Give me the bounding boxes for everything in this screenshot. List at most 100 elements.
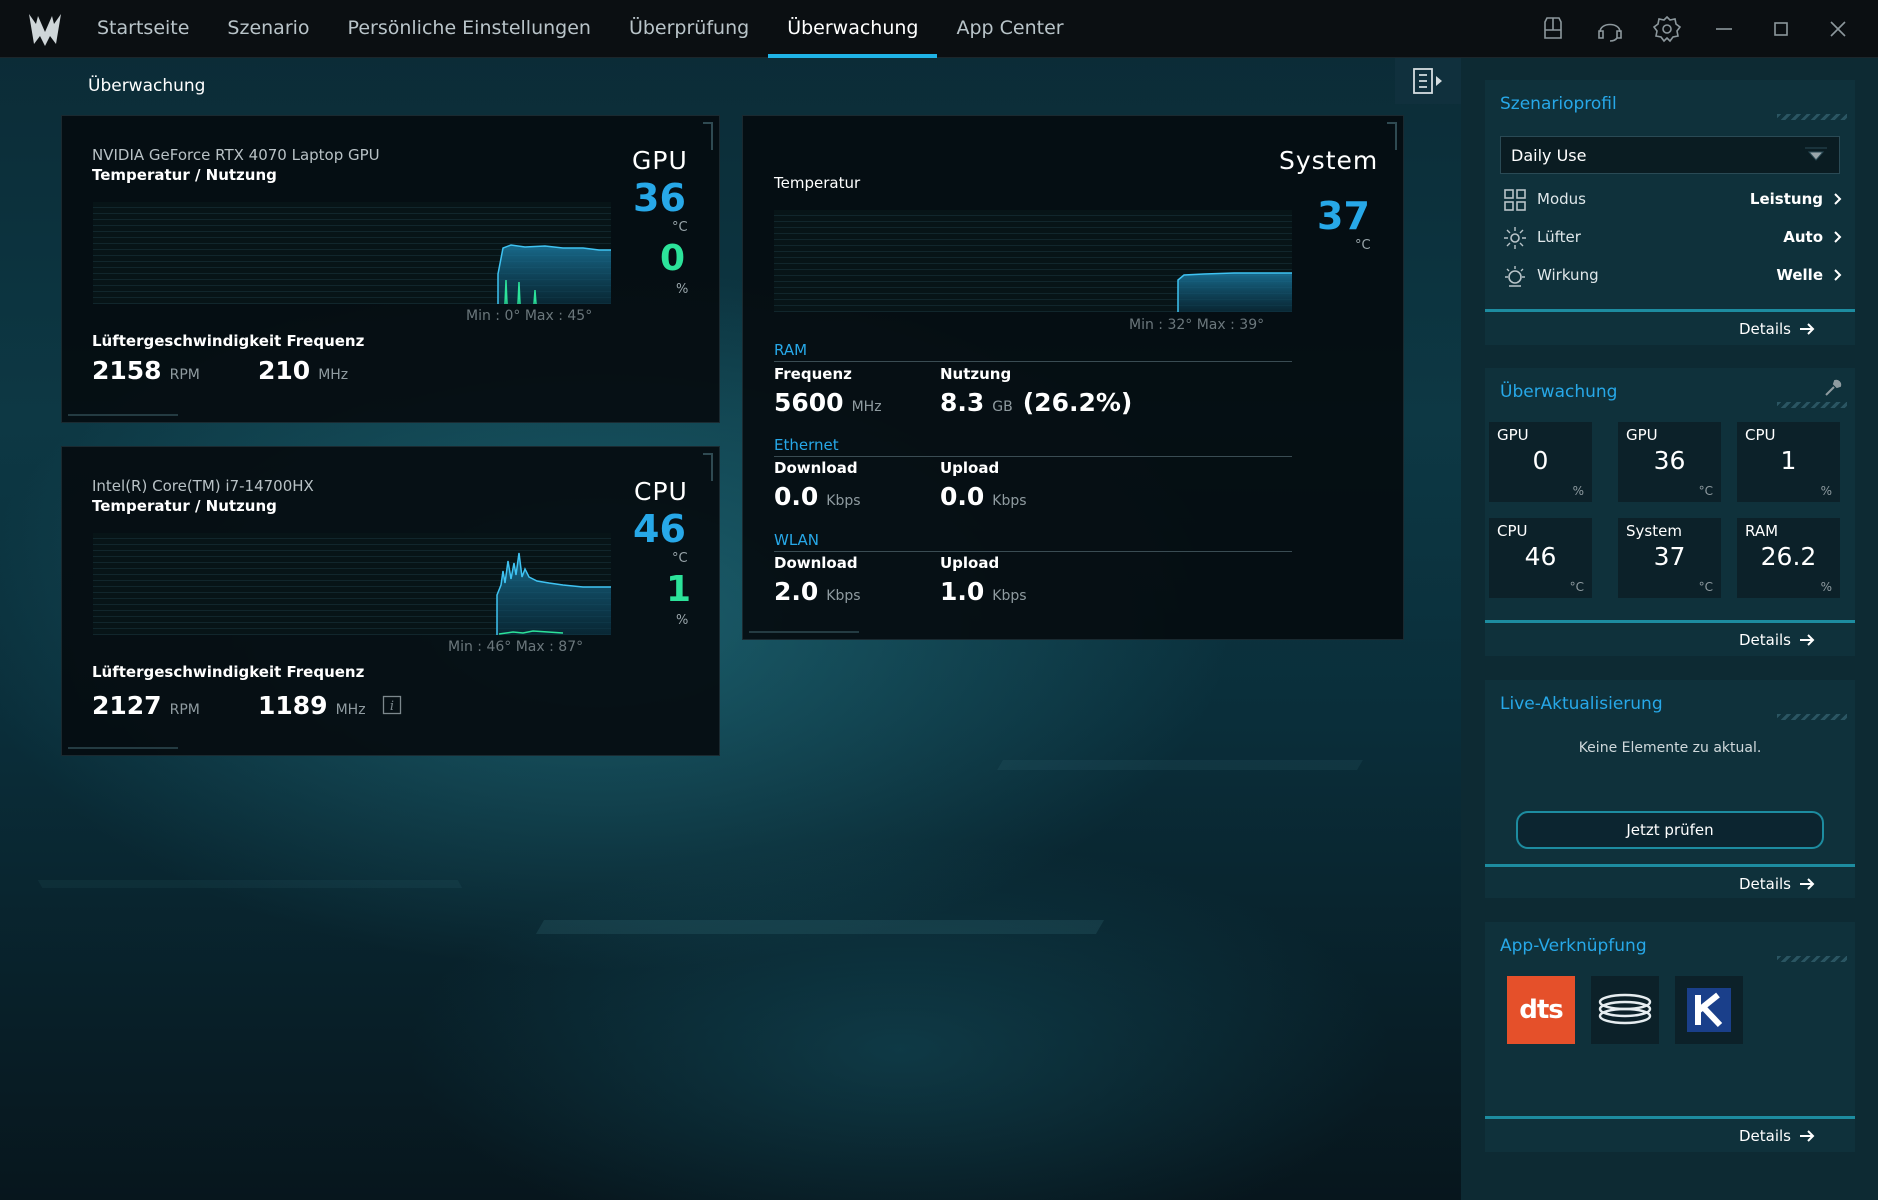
gpu-usage-unit: % bbox=[676, 282, 689, 297]
chevron-right-icon bbox=[1834, 231, 1842, 243]
maximize-icon[interactable] bbox=[1752, 0, 1809, 58]
panel-corner bbox=[68, 739, 178, 749]
sidebar-toggle-button[interactable] bbox=[1395, 58, 1461, 104]
profile-dropdown-value: Daily Use bbox=[1511, 146, 1587, 165]
panel-corner bbox=[703, 453, 713, 481]
cpu-usage-value: 1 bbox=[666, 569, 692, 610]
gpu-fan-freq-label: Lüftergeschwindigkeit Frequenz bbox=[92, 332, 365, 350]
nav-startseite[interactable]: Startseite bbox=[78, 0, 208, 58]
nav-ueberpruefung[interactable]: Überprüfung bbox=[610, 0, 768, 58]
details-link[interactable]: Details bbox=[1739, 631, 1815, 649]
details-link[interactable]: Details bbox=[1739, 320, 1815, 338]
profile-row-luefter[interactable]: Lüfter Auto bbox=[1503, 224, 1843, 254]
arrow-right-icon bbox=[1800, 634, 1815, 646]
wlan-download-value: 2.0 bbox=[774, 577, 819, 606]
dts-app-button[interactable]: dts bbox=[1507, 976, 1575, 1044]
profile-row-label: Wirkung bbox=[1537, 266, 1599, 284]
gpu-chart-subtitle: Temperatur / Nutzung bbox=[92, 166, 277, 184]
monitor-tile-gpu-usage: GPU 0 % bbox=[1489, 422, 1592, 502]
close-icon[interactable] bbox=[1809, 0, 1866, 58]
ethernet-download-label: Download bbox=[774, 459, 858, 477]
chevron-down-icon bbox=[1805, 147, 1827, 161]
wlan-upload: 1.0 Kbps bbox=[940, 577, 1027, 606]
arrow-right-icon bbox=[1800, 1130, 1815, 1142]
background-streak bbox=[535, 920, 1105, 934]
card-decoration bbox=[1777, 956, 1847, 962]
card-decoration bbox=[1777, 402, 1847, 408]
tile-unit: % bbox=[1820, 580, 1832, 594]
wlan-upload-unit: Kbps bbox=[992, 588, 1027, 604]
tile-value: 37 bbox=[1653, 542, 1686, 571]
info-icon[interactable]: i bbox=[382, 695, 402, 715]
gpu-fan-speed: 2158 RPM bbox=[92, 356, 200, 385]
fan-icon bbox=[1504, 227, 1526, 249]
ram-usage-label: Nutzung bbox=[940, 365, 1012, 383]
ram-usage-value: 8.3 bbox=[940, 388, 985, 417]
tile-label: GPU bbox=[1497, 426, 1529, 444]
system-temp-unit: °C bbox=[1355, 238, 1371, 253]
profile-row-modus[interactable]: Modus Leistung bbox=[1503, 186, 1843, 216]
keyboard-icon[interactable] bbox=[1524, 0, 1581, 58]
system-label: System bbox=[1279, 146, 1379, 175]
coil-app-button[interactable] bbox=[1591, 976, 1659, 1044]
profile-dropdown[interactable]: Daily Use bbox=[1500, 136, 1840, 174]
app-shortcuts-card: App-Verknüpfung dts Details bbox=[1485, 922, 1855, 1152]
tile-label: CPU bbox=[1497, 522, 1528, 540]
gpu-device-name: NVIDIA GeForce RTX 4070 Laptop GPU bbox=[92, 146, 380, 164]
wlan-download-unit: Kbps bbox=[826, 588, 861, 604]
cpu-frequency: 1189 MHz bbox=[258, 691, 366, 720]
details-link[interactable]: Details bbox=[1739, 875, 1815, 893]
scenario-profile-title: Szenarioprofil bbox=[1500, 94, 1617, 114]
details-link[interactable]: Details bbox=[1739, 1127, 1815, 1145]
settings-icon[interactable] bbox=[1638, 0, 1695, 58]
gpu-freq-unit: MHz bbox=[318, 367, 349, 383]
ethernet-upload-value: 0.0 bbox=[940, 482, 985, 511]
ethernet-download: 0.0 Kbps bbox=[774, 482, 861, 511]
cpu-temp-value: 46 bbox=[633, 507, 686, 551]
coil-app-icon bbox=[1598, 993, 1652, 1025]
gpu-freq-value: 210 bbox=[258, 356, 311, 385]
monitor-tile-system-temp: System 37 °C bbox=[1618, 518, 1721, 598]
headset-icon[interactable] bbox=[1581, 0, 1638, 58]
system-temp-value: 37 bbox=[1317, 194, 1370, 238]
nav-persoenliche-einstellungen[interactable]: Persönliche Einstellungen bbox=[329, 0, 610, 58]
chevron-right-icon bbox=[1834, 269, 1842, 281]
tile-label: GPU bbox=[1626, 426, 1658, 444]
cpu-minmax: Min : 46° Max : 87° bbox=[448, 639, 584, 655]
cpu-chart-subtitle: Temperatur / Nutzung bbox=[92, 497, 277, 515]
check-now-button[interactable]: Jetzt prüfen bbox=[1516, 811, 1824, 849]
right-sidebar: Szenarioprofil Daily Use Modus Leistung … bbox=[1461, 58, 1878, 1200]
app-shortcuts-title: App-Verknüpfung bbox=[1500, 936, 1647, 956]
minimize-icon[interactable] bbox=[1695, 0, 1752, 58]
details-label: Details bbox=[1738, 320, 1791, 338]
ethernet-title: Ethernet bbox=[774, 436, 839, 454]
tile-unit: °C bbox=[1698, 484, 1713, 498]
nav-ueberwachung[interactable]: Überwachung bbox=[768, 0, 938, 58]
monitor-tile-gpu-temp: GPU 36 °C bbox=[1618, 422, 1721, 502]
live-update-card: Live-Aktualisierung Keine Elemente zu ak… bbox=[1485, 680, 1855, 898]
profile-row-wirkung[interactable]: Wirkung Welle bbox=[1503, 262, 1843, 292]
background-streak bbox=[997, 760, 1363, 770]
ram-freq-label: Frequenz bbox=[774, 365, 852, 383]
card-separator bbox=[1485, 864, 1855, 867]
predator-logo bbox=[29, 14, 61, 46]
top-bar: Startseite Szenario Persönliche Einstell… bbox=[0, 0, 1878, 58]
wrench-icon[interactable] bbox=[1823, 378, 1843, 398]
tile-label: System bbox=[1626, 522, 1682, 540]
ethernet-upload: 0.0 Kbps bbox=[940, 482, 1027, 511]
nav-szenario[interactable]: Szenario bbox=[208, 0, 328, 58]
monitor-card-title: Überwachung bbox=[1500, 382, 1618, 402]
cpu-device-name: Intel(R) Core(TM) i7-14700HX bbox=[92, 477, 314, 495]
profile-row-label: Lüfter bbox=[1537, 228, 1581, 246]
panel-corner bbox=[703, 122, 713, 150]
tile-value: 0 bbox=[1532, 446, 1549, 475]
tile-label: CPU bbox=[1745, 426, 1776, 444]
nav-app-center[interactable]: App Center bbox=[937, 0, 1082, 58]
dts-app-label: dts bbox=[1519, 995, 1564, 1025]
system-minmax: Min : 32° Max : 39° bbox=[1129, 317, 1265, 333]
sun-icon bbox=[1505, 266, 1525, 287]
ethernet-download-unit: Kbps bbox=[826, 493, 861, 509]
profile-row-value: Welle bbox=[1776, 266, 1823, 284]
profile-row-label: Modus bbox=[1537, 190, 1586, 208]
k-app-button[interactable] bbox=[1675, 976, 1743, 1044]
